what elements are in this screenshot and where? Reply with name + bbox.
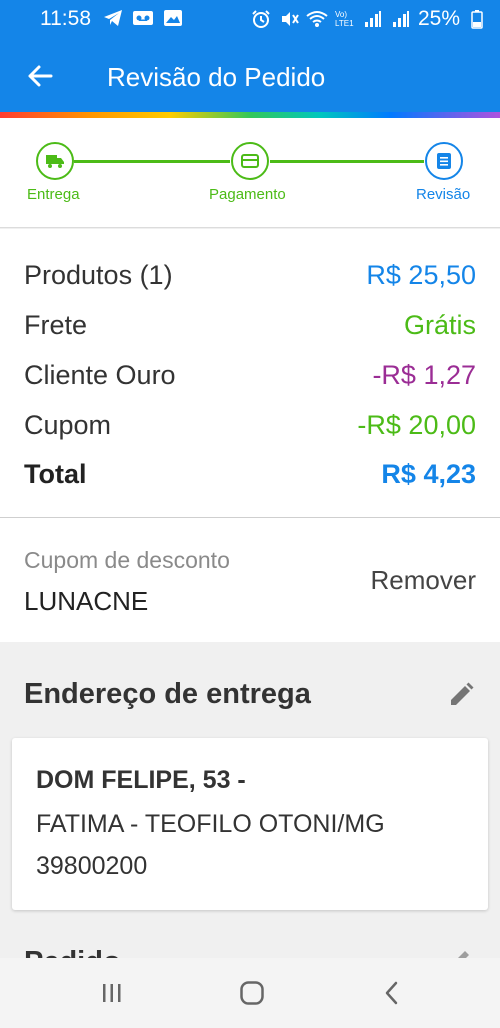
order-summary: Produtos (1) R$ 25,50 Frete Grátis Clien… bbox=[0, 229, 500, 518]
system-navigation-bar bbox=[0, 958, 500, 1028]
edit-address-button[interactable] bbox=[444, 678, 478, 712]
address-city: FATIMA - TEOFILO OTONI/MG bbox=[36, 810, 385, 838]
delivery-address-section: Endereço de entrega DOM FELIPE, 53 - FAT… bbox=[0, 642, 500, 967]
signal-icon bbox=[362, 9, 384, 29]
step-label-pagamento: Pagamento bbox=[209, 186, 286, 203]
total-value: R$ 4,23 bbox=[381, 458, 476, 489]
card-icon bbox=[241, 154, 259, 168]
recent-apps-button[interactable] bbox=[92, 978, 132, 1008]
section-title: Endereço de entrega bbox=[24, 678, 311, 710]
volte-icon: Vo) LTE1 bbox=[334, 9, 356, 29]
truck-icon bbox=[46, 155, 64, 168]
arrow-left-icon bbox=[28, 65, 53, 87]
app-header-background: 11:58 Vo) LTE1 25% Revisão do Pedido bbox=[0, 0, 500, 112]
address-street: DOM FELIPE, 53 - bbox=[36, 766, 246, 794]
wifi-icon bbox=[306, 9, 328, 29]
status-system-icons: Vo) LTE1 25% bbox=[250, 7, 488, 31]
telegram-icon bbox=[102, 8, 124, 28]
status-notification-icons bbox=[102, 8, 184, 28]
alarm-icon bbox=[250, 9, 272, 29]
page-header: Revisão do Pedido bbox=[0, 38, 500, 112]
status-bar: 11:58 Vo) LTE1 25% bbox=[0, 0, 500, 38]
home-button[interactable] bbox=[232, 978, 272, 1008]
total-label: Total bbox=[24, 458, 87, 489]
stepper-connector bbox=[270, 160, 424, 163]
list-icon bbox=[437, 153, 451, 169]
summary-label: Frete bbox=[24, 309, 88, 340]
step-revisao[interactable] bbox=[425, 142, 463, 180]
status-time: 11:58 bbox=[40, 7, 91, 30]
summary-label: Produtos (1) bbox=[24, 259, 173, 290]
home-icon bbox=[240, 981, 264, 1005]
address-zip: 39800200 bbox=[36, 852, 148, 880]
summary-row-cupom: Cupom -R$ 20,00 bbox=[24, 405, 476, 445]
summary-row-total: Total R$ 4,23 bbox=[24, 454, 476, 494]
recent-apps-icon bbox=[103, 984, 121, 1002]
back-button[interactable] bbox=[22, 58, 58, 94]
step-label-revisao: Revisão bbox=[416, 186, 471, 203]
page-title: Revisão do Pedido bbox=[107, 62, 326, 92]
summary-row-frete: Frete Grátis bbox=[24, 305, 476, 345]
system-back-button[interactable] bbox=[372, 978, 412, 1008]
stepper-connector bbox=[74, 160, 230, 163]
step-entrega[interactable] bbox=[36, 142, 74, 180]
checkout-stepper: Entrega Pagamento Revisão bbox=[0, 118, 500, 228]
voicemail-icon bbox=[132, 8, 154, 28]
summary-value: Grátis bbox=[403, 309, 476, 340]
summary-value: -R$ 20,00 bbox=[357, 409, 476, 440]
summary-label: Cupom bbox=[24, 409, 112, 440]
battery-icon bbox=[466, 9, 488, 29]
pencil-icon bbox=[451, 682, 474, 705]
summary-row-produtos: Produtos (1) R$ 25,50 bbox=[24, 255, 476, 295]
image-icon bbox=[162, 8, 184, 28]
coupon-code: LUNACNE bbox=[24, 586, 149, 616]
summary-value: R$ 25,50 bbox=[366, 259, 476, 290]
step-label-entrega: Entrega bbox=[27, 186, 80, 203]
address-card: DOM FELIPE, 53 - FATIMA - TEOFILO OTONI/… bbox=[12, 738, 488, 910]
summary-value: -R$ 1,27 bbox=[372, 359, 476, 390]
signal-icon bbox=[390, 9, 412, 29]
summary-label: Cliente Ouro bbox=[24, 359, 176, 390]
svg-text:LTE1: LTE1 bbox=[335, 19, 354, 28]
remove-coupon-button[interactable]: Remover bbox=[371, 565, 476, 596]
chevron-left-icon bbox=[385, 981, 398, 1005]
coupon-section: Cupom de desconto LUNACNE Remover bbox=[0, 518, 500, 642]
svg-text:Vo): Vo) bbox=[335, 10, 347, 19]
battery-percent: 25% bbox=[417, 7, 460, 30]
coupon-label: Cupom de desconto bbox=[24, 547, 230, 573]
mute-icon bbox=[278, 9, 300, 29]
summary-row-cliente-ouro: Cliente Ouro -R$ 1,27 bbox=[24, 355, 476, 395]
step-pagamento[interactable] bbox=[231, 142, 269, 180]
